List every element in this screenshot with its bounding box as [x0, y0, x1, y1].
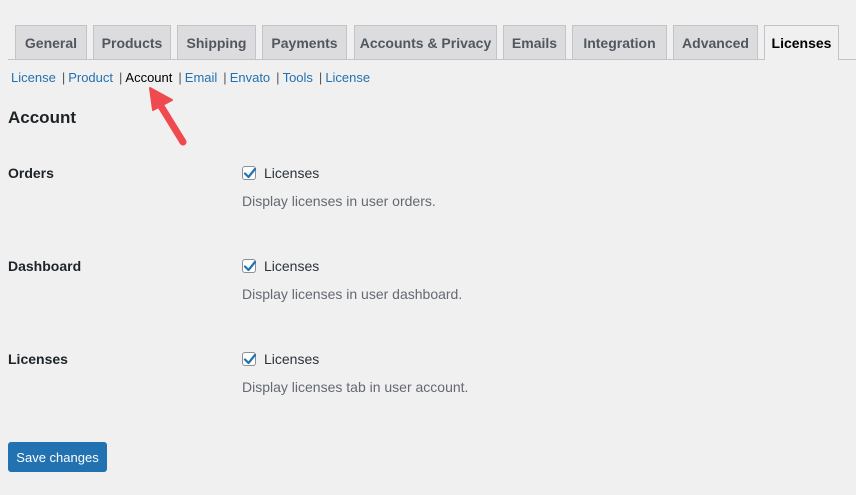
tab-emails[interactable]: Emails — [503, 25, 566, 59]
subnav-separator: | — [276, 70, 280, 85]
licenses-field: Licenses Display licenses tab in user ac… — [242, 351, 468, 395]
orders-checkbox-row: Licenses — [242, 165, 436, 181]
licenses-description: Display licenses tab in user account. — [242, 379, 469, 395]
subnav-tools[interactable]: Tools — [283, 70, 313, 85]
dashboard-description: Display licenses in user dashboard. — [242, 286, 463, 302]
tab-shipping[interactable]: Shipping — [177, 25, 256, 59]
subnav-separator: | — [223, 70, 227, 85]
subnav-account[interactable]: Account — [125, 70, 172, 85]
licenses-checkbox[interactable] — [242, 352, 257, 366]
subnav-envato[interactable]: Envato — [230, 70, 270, 85]
subnav-product[interactable]: Product — [68, 70, 113, 85]
licenses-checkbox-label[interactable]: Licenses — [264, 351, 319, 367]
tab-payments[interactable]: Payments — [262, 25, 347, 59]
section-title: Account — [8, 108, 76, 127]
checkmark-icon — [243, 353, 257, 365]
save-changes-button[interactable]: Save changes — [8, 442, 107, 472]
subnav-license[interactable]: License — [11, 70, 56, 85]
tab-integration[interactable]: Integration — [572, 25, 667, 59]
sub-navigation: License | Product | Account | Email | Envato | Too… — [11, 70, 370, 85]
subnav-separator: | — [61, 70, 66, 85]
subnav-separator: | — [318, 70, 323, 85]
licenses-checkbox-row: Licenses — [242, 351, 468, 367]
orders-label: Orders — [8, 165, 54, 181]
tab-products[interactable]: Products — [93, 25, 171, 59]
dashboard-checkbox[interactable] — [242, 259, 257, 273]
licenses-label: Licenses — [8, 351, 68, 367]
subnav-separator: | — [178, 70, 182, 85]
subnav-email[interactable]: Email — [185, 70, 218, 85]
orders-checkbox[interactable] — [242, 166, 257, 180]
subnav-license-2[interactable]: License — [325, 70, 370, 85]
checkmark-icon — [243, 260, 257, 272]
tab-licenses[interactable]: Licenses — [764, 25, 839, 60]
checkmark-icon — [243, 167, 257, 179]
dashboard-field: Licenses Display licenses in user dashbo… — [242, 258, 462, 302]
tab-advanced[interactable]: Advanced — [673, 25, 758, 59]
orders-checkbox-label[interactable]: Licenses — [264, 165, 319, 181]
red-arrow-icon — [149, 87, 187, 146]
tabs-divider — [8, 59, 856, 60]
dashboard-checkbox-row: Licenses — [242, 258, 462, 274]
dashboard-label: Dashboard — [8, 258, 82, 274]
orders-description: Display licenses in user orders. — [242, 193, 436, 209]
subnav-separator: | — [119, 70, 123, 85]
tab-accounts-privacy[interactable]: Accounts & Privacy — [354, 25, 497, 59]
settings-tabs: General Products Shipping Payments Accou… — [0, 0, 856, 60]
orders-field: Licenses Display licenses in user orders… — [242, 165, 436, 209]
settings-page: General Products Shipping Payments Accou… — [0, 0, 856, 495]
dashboard-checkbox-label[interactable]: Licenses — [264, 258, 319, 274]
tab-general[interactable]: General — [15, 25, 87, 59]
